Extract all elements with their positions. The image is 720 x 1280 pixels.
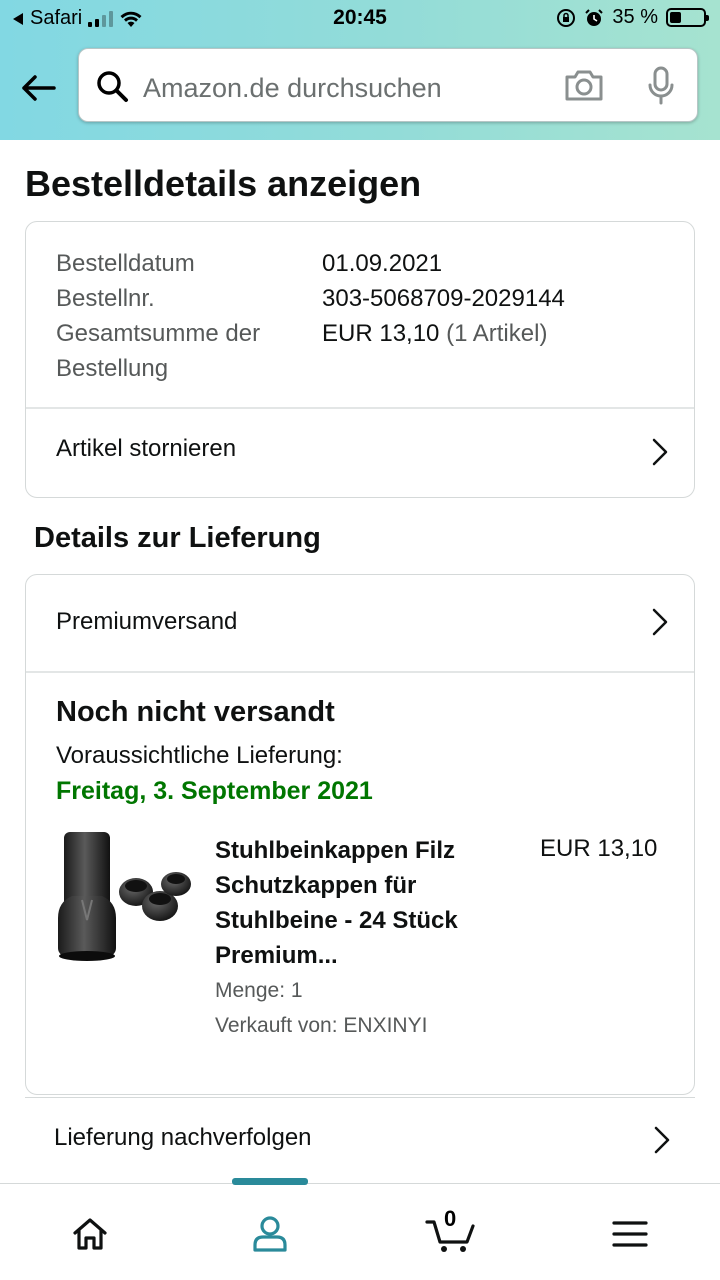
chevron-right-icon	[654, 1126, 670, 1154]
product-price: EUR 13,10	[540, 835, 658, 862]
orientation-lock-icon	[557, 8, 576, 27]
nav-home[interactable]	[66, 1212, 114, 1256]
active-tab-indicator	[232, 1178, 308, 1185]
order-total-value: EUR 13,10	[322, 320, 440, 347]
expected-delivery-label: Voraussichtliche Lieferung:	[56, 742, 343, 769]
status-right: 35 %	[556, 6, 709, 29]
order-date-label: Bestelldatum	[56, 250, 195, 277]
alarm-icon	[585, 8, 604, 26]
microphone-icon[interactable]	[645, 65, 677, 107]
order-date-value: 01.09.2021	[322, 250, 443, 277]
camera-icon[interactable]	[563, 67, 605, 103]
divider	[26, 671, 694, 673]
cancel-items-row[interactable]: Artikel stornieren	[26, 408, 694, 498]
cancel-items-label: Artikel stornieren	[56, 435, 237, 462]
header-bar: Safari 20:45 35 % Amazon.de durchsuchen	[0, 0, 720, 140]
track-delivery-row[interactable]: Lieferung nachverfolgen	[25, 1097, 695, 1179]
shipment-status: Noch nicht versandt	[56, 696, 335, 728]
product-quantity: Menge: 1	[215, 979, 303, 1002]
account-icon	[253, 1216, 287, 1252]
battery-icon	[666, 8, 709, 27]
search-icon	[97, 71, 128, 102]
search-input[interactable]: Amazon.de durchsuchen	[143, 73, 442, 104]
back-button[interactable]	[18, 70, 58, 106]
order-summary-card: Bestelldatum 01.09.2021 Bestellnr. 303-5…	[25, 221, 695, 498]
page-title: Bestelldetails anzeigen	[25, 163, 422, 204]
bottom-navigation: 0	[0, 1178, 720, 1280]
product-title-link[interactable]: Stuhlbeinkappen Filz Schutzkappen für St…	[215, 833, 515, 973]
menu-icon	[612, 1221, 648, 1247]
product-seller: Verkauft von: ENXINYI	[215, 1014, 428, 1037]
shipping-method-label: Premiumversand	[56, 608, 238, 635]
battery-percent: 35 %	[612, 6, 658, 28]
nav-account[interactable]	[246, 1212, 294, 1256]
track-delivery-label: Lieferung nachverfolgen	[54, 1124, 312, 1151]
search-bar[interactable]: Amazon.de durchsuchen	[78, 48, 698, 122]
expected-delivery-date: Freitag, 3. September 2021	[56, 777, 373, 805]
order-number-value: 303-5068709-2029144	[322, 285, 565, 312]
arrow-left-icon	[22, 75, 56, 101]
status-bar: Safari 20:45 35 %	[0, 0, 720, 38]
order-total: EUR 13,10 (1 Artikel)	[322, 316, 547, 351]
order-item-count: (1 Artikel)	[446, 320, 548, 347]
nav-menu[interactable]	[606, 1212, 654, 1256]
nav-cart[interactable]: 0	[424, 1206, 478, 1256]
delivery-section-title: Details zur Lieferung	[34, 522, 321, 554]
shipping-method-row[interactable]: Premiumversand	[26, 575, 694, 671]
chevron-right-icon	[652, 438, 668, 466]
product-image[interactable]	[52, 830, 192, 965]
order-total-label: Gesamtsumme der Bestellung	[56, 320, 261, 382]
chevron-right-icon	[652, 608, 668, 636]
cart-count: 0	[444, 1206, 457, 1231]
home-icon	[73, 1218, 107, 1250]
order-number-label: Bestellnr.	[56, 285, 155, 312]
